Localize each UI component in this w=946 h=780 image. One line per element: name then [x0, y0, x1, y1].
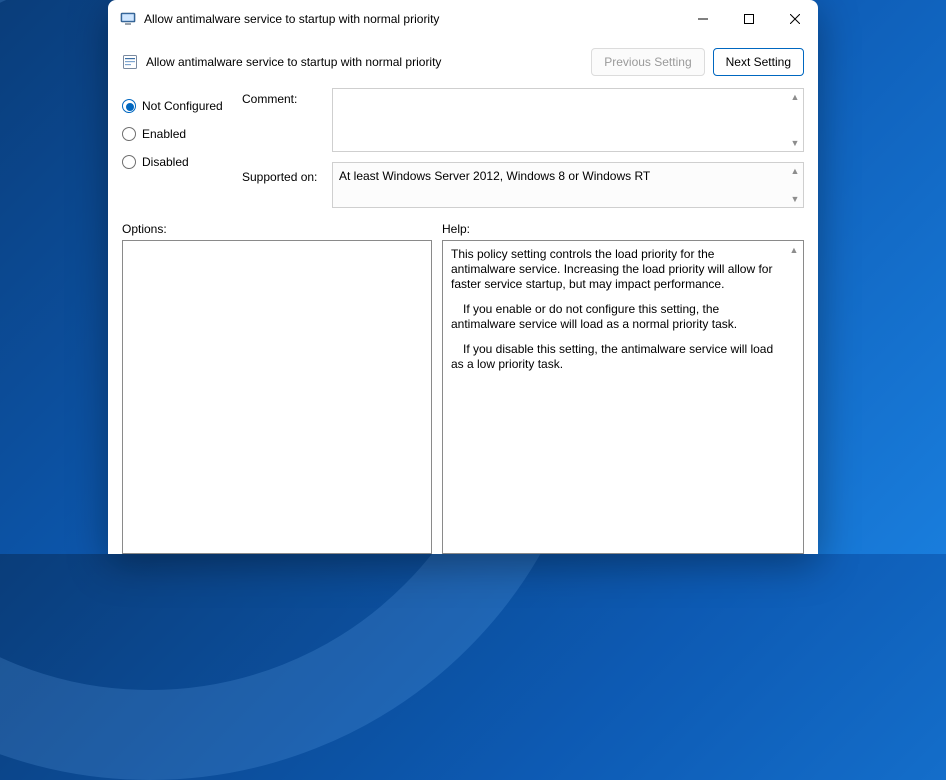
- titlebar: Allow antimalware service to startup wit…: [108, 0, 818, 38]
- help-paragraph: This policy setting controls the load pr…: [451, 247, 781, 292]
- minimize-icon: [698, 14, 708, 24]
- radio-dot-icon: [122, 127, 136, 141]
- comment-textbox[interactable]: ▲ ▼: [332, 88, 804, 152]
- radio-label: Not Configured: [142, 99, 223, 113]
- policy-setting-app-icon: [120, 11, 136, 27]
- scroll-up-icon[interactable]: ▲: [788, 90, 802, 104]
- scroll-up-icon[interactable]: ▲: [788, 164, 802, 178]
- help-paragraph: If you disable this setting, the antimal…: [451, 342, 781, 372]
- supported-on-label: Supported on:: [242, 170, 332, 184]
- help-text: This policy setting controls the load pr…: [443, 241, 803, 388]
- scroll-down-icon[interactable]: ▼: [788, 192, 802, 206]
- window-title: Allow antimalware service to startup wit…: [144, 12, 680, 26]
- scroll-down-icon[interactable]: ▼: [788, 136, 802, 150]
- help-label: Help:: [442, 222, 470, 236]
- supported-on-value: At least Windows Server 2012, Windows 8 …: [339, 169, 650, 183]
- next-setting-button[interactable]: Next Setting: [713, 48, 804, 76]
- policy-title: Allow antimalware service to startup wit…: [146, 55, 583, 69]
- close-icon: [790, 14, 800, 24]
- supported-on-textbox: At least Windows Server 2012, Windows 8 …: [332, 162, 804, 208]
- policy-header-row: Allow antimalware service to startup wit…: [108, 38, 818, 82]
- policy-editor-window: Allow antimalware service to startup wit…: [108, 0, 818, 554]
- help-paragraph: If you enable or do not configure this s…: [451, 302, 781, 332]
- previous-setting-button[interactable]: Previous Setting: [591, 48, 704, 76]
- close-button[interactable]: [772, 3, 818, 35]
- radio-label: Disabled: [142, 155, 189, 169]
- field-labels-column: Comment: Supported on:: [242, 88, 332, 208]
- policy-item-icon: [122, 54, 138, 70]
- state-radio-not-configured[interactable]: Not Configured: [122, 92, 242, 120]
- comment-value: [333, 89, 803, 97]
- lower-section-labels: Options: Help:: [108, 208, 818, 240]
- config-area: Not Configured Enabled Disabled Comment:…: [108, 82, 818, 208]
- state-radio-group: Not Configured Enabled Disabled: [122, 88, 242, 208]
- minimize-button[interactable]: [680, 3, 726, 35]
- maximize-button[interactable]: [726, 3, 772, 35]
- scroll-up-icon[interactable]: ▲: [787, 243, 801, 257]
- lower-panels: This policy setting controls the load pr…: [108, 240, 818, 554]
- maximize-icon: [744, 14, 754, 24]
- comment-label: Comment:: [242, 92, 332, 170]
- radio-dot-icon: [122, 155, 136, 169]
- monitor-icon: [120, 11, 136, 27]
- state-radio-enabled[interactable]: Enabled: [122, 120, 242, 148]
- policy-sheet-icon: [122, 54, 138, 70]
- state-radio-disabled[interactable]: Disabled: [122, 148, 242, 176]
- radio-dot-icon: [122, 99, 136, 113]
- help-panel[interactable]: This policy setting controls the load pr…: [442, 240, 804, 554]
- radio-label: Enabled: [142, 127, 186, 141]
- options-label: Options:: [122, 222, 442, 236]
- field-values-column: ▲ ▼ At least Windows Server 2012, Window…: [332, 88, 804, 208]
- options-panel[interactable]: [122, 240, 432, 554]
